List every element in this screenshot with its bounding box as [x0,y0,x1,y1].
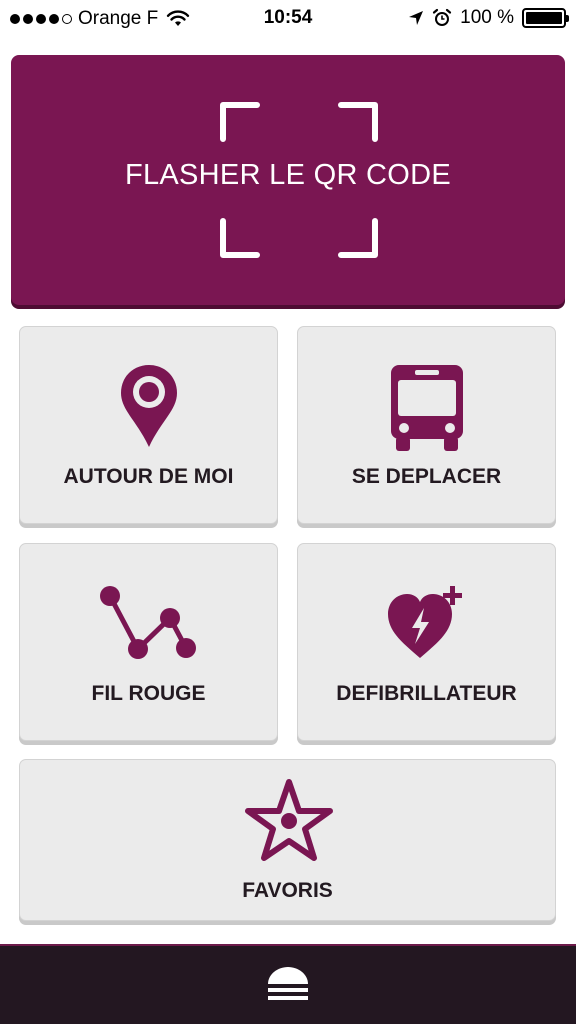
battery-fill [526,12,562,24]
bus-icon [391,365,463,451]
tile-fil-rouge[interactable]: FIL ROUGE [19,543,278,741]
tile-label: FAVORIS [242,879,333,902]
tile-label: SE DEPLACER [351,465,502,488]
tile-label: FIL ROUGE [91,682,206,705]
bottom-navigation-bar [0,944,576,1024]
route-path-icon [100,586,196,659]
home-icon[interactable] [264,962,312,1006]
map-pin-icon [121,365,177,447]
status-bar: Orange F 10:54 100 % [0,0,576,40]
app-screen: Orange F 10:54 100 % FLASHER LE QR CODE … [0,0,576,1024]
battery-percentage: 100 % [460,7,514,28]
tile-label: AUTOUR DE MOI [63,465,234,488]
heart-defibrillator-icon [388,586,462,658]
tile-defibrillateur[interactable]: DEFIBRILLATEUR [297,543,556,741]
battery-icon [522,8,569,28]
tile-label: DEFIBRILLATEUR [336,682,517,705]
tile-autour-de-moi[interactable]: AUTOUR DE MOI [19,326,278,524]
scan-qr-code-button[interactable]: FLASHER LE QR CODE [11,55,565,305]
status-right: 100 % [408,7,569,29]
location-arrow-icon [409,11,424,25]
star-icon [245,779,333,861]
tile-favoris[interactable]: FAVORIS [19,759,556,921]
scan-qr-code-label: FLASHER LE QR CODE [124,159,452,191]
tile-se-deplacer[interactable]: SE DEPLACER [297,326,556,524]
alarm-clock-icon [433,8,452,26]
